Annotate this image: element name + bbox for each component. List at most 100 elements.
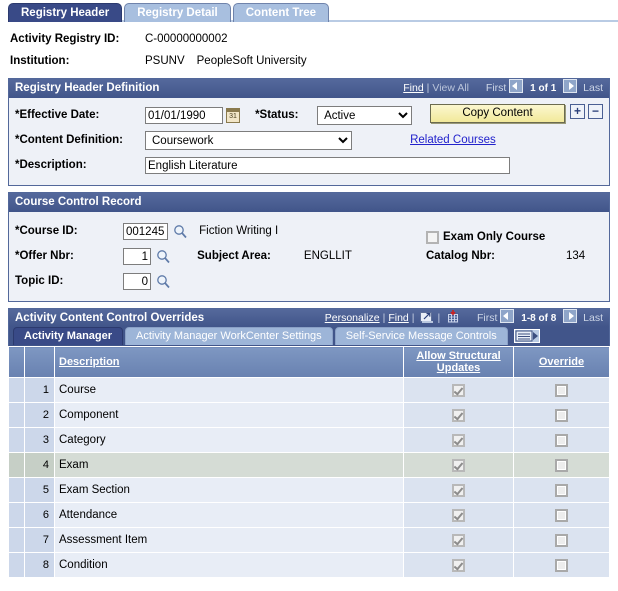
column-header-override-label: Override — [538, 356, 585, 368]
table-row[interactable]: 5 Exam Section — [8, 477, 610, 503]
offer-nbr-input[interactable] — [123, 248, 151, 265]
last-label: Last — [583, 82, 603, 94]
row-description: Component — [54, 402, 404, 428]
table-row[interactable]: 2 Component — [8, 402, 610, 428]
row-number: 6 — [24, 502, 55, 528]
overrides-grid-nav: Personalize | Find | | First 1-8 of 8 Last — [325, 309, 603, 327]
override-checkbox[interactable] — [555, 483, 568, 497]
grid-page-indicator: 1-8 of 8 — [521, 313, 557, 324]
description-input[interactable] — [145, 157, 510, 174]
course-control-record-title: Course Control Record — [15, 196, 142, 208]
column-header-allow-structural-updates[interactable]: Allow Structural Updates — [403, 346, 514, 378]
grid-previous-page-icon[interactable] — [500, 309, 515, 323]
download-to-excel-icon[interactable] — [446, 310, 460, 327]
column-header-allow-line1: Allow Structural — [416, 350, 501, 362]
override-checkbox[interactable] — [555, 533, 568, 547]
offer-nbr-label: *Offer Nbr: — [15, 250, 74, 262]
row-description: Condition — [54, 552, 404, 578]
row-override-cell — [513, 402, 610, 428]
related-courses-link[interactable]: Related Courses — [410, 134, 496, 146]
subtab-activity-manager-workcenter-settings-label: Activity Manager WorkCenter Settings — [136, 330, 322, 342]
row-spacer — [8, 452, 25, 478]
tab-registry-detail-label: Registry Detail — [137, 7, 218, 19]
row-description: Assessment Item — [54, 527, 404, 553]
subtab-activity-manager-label: Activity Manager — [24, 330, 113, 342]
allow-structural-updates-checkbox — [452, 558, 465, 572]
content-definition-row: *Content Definition: Coursework Related C… — [15, 128, 603, 153]
institution-row: Institution: PSUNV PeopleSoft University — [10, 50, 618, 72]
row-spacer — [8, 377, 25, 403]
topic-id-lookup-icon[interactable] — [156, 274, 171, 289]
page-key-fields: Activity Registry ID: C-00000000002 Insti… — [0, 22, 618, 78]
subtab-activity-manager[interactable]: Activity Manager — [13, 327, 124, 345]
grid-next-page-icon[interactable] — [563, 309, 578, 323]
show-all-columns-icon[interactable] — [513, 329, 540, 343]
next-row-icon[interactable] — [563, 79, 578, 93]
column-header-description[interactable]: Description — [54, 346, 404, 378]
effective-date-label: *Effective Date: — [15, 109, 100, 121]
row-number: 8 — [24, 552, 55, 578]
status-select[interactable]: Active — [317, 106, 413, 125]
tab-content-tree[interactable]: Content Tree — [232, 3, 330, 22]
subject-area-value: ENGLLIT — [303, 250, 352, 263]
row-override-cell — [513, 552, 610, 578]
course-id-input[interactable] — [123, 223, 168, 240]
nav-separator-3: | — [437, 312, 441, 324]
table-row[interactable]: 1 Course — [8, 377, 610, 403]
find-link[interactable]: Find — [403, 82, 423, 94]
row-override-cell — [513, 502, 610, 528]
row-allow-structural-updates-cell — [403, 477, 514, 503]
calendar-icon[interactable] — [226, 108, 240, 123]
row-number: 5 — [24, 477, 55, 503]
override-checkbox[interactable] — [555, 433, 568, 447]
table-row[interactable]: 7 Assessment Item — [8, 527, 610, 553]
offer-nbr-lookup-icon[interactable] — [156, 249, 171, 264]
overrides-grid-title: Activity Content Control Overrides — [15, 312, 205, 324]
grid-find-link[interactable]: Find — [388, 312, 408, 324]
nav-separator: | — [426, 82, 430, 94]
override-checkbox[interactable] — [555, 408, 568, 422]
course-control-record-header: Course Control Record — [9, 193, 609, 212]
topic-id-label: Topic ID: — [15, 275, 64, 287]
override-checkbox[interactable] — [555, 508, 568, 522]
column-header-override[interactable]: Override — [513, 346, 610, 378]
row-description: Course — [54, 377, 404, 403]
row-spacer — [8, 527, 25, 553]
row-allow-structural-updates-cell — [403, 452, 514, 478]
overrides-grid-body: 1 Course 2 Component 3 Category 4 Exam 5… — [8, 377, 610, 578]
registry-header-definition-group: Registry Header Definition Find | View All… — [8, 78, 610, 186]
view-all-link[interactable]: View All — [432, 82, 469, 94]
row-description: Category — [54, 427, 404, 453]
row-override-cell — [513, 527, 610, 553]
personalize-link[interactable]: Personalize — [325, 312, 380, 324]
exam-only-course-checkbox[interactable] — [426, 231, 439, 244]
table-row[interactable]: 6 Attendance — [8, 502, 610, 528]
tab-registry-header-label: Registry Header — [21, 7, 110, 19]
row-override-cell — [513, 427, 610, 453]
table-row[interactable]: 8 Condition — [8, 552, 610, 578]
course-control-record-form: *Course ID: Fiction Writing I Exam Only … — [9, 212, 609, 301]
description-label: *Description: — [15, 159, 87, 171]
subtab-self-service-message-controls[interactable]: Self-Service Message Controls — [334, 327, 508, 345]
course-id-label: *Course ID: — [15, 225, 78, 237]
topic-id-input[interactable] — [123, 273, 151, 290]
course-id-lookup-icon[interactable] — [173, 224, 188, 239]
allow-structural-updates-checkbox — [452, 533, 465, 547]
override-checkbox[interactable] — [555, 383, 568, 397]
table-row[interactable]: 3 Category — [8, 427, 610, 453]
tab-registry-header[interactable]: Registry Header — [8, 3, 123, 22]
table-row[interactable]: 4 Exam — [8, 452, 610, 478]
tab-registry-detail[interactable]: Registry Detail — [124, 3, 231, 22]
override-checkbox[interactable] — [555, 558, 568, 572]
overrides-grid-table: Description Allow Structural Updates Over… — [8, 346, 610, 578]
content-definition-select[interactable]: Coursework — [145, 131, 352, 150]
subtab-activity-manager-workcenter-settings[interactable]: Activity Manager WorkCenter Settings — [125, 327, 333, 345]
row-number: 1 — [24, 377, 55, 403]
main-tab-strip: Registry Header Registry Detail Content … — [0, 0, 618, 22]
previous-row-icon[interactable] — [509, 79, 524, 93]
course-name-value: Fiction Writing I — [199, 225, 279, 238]
override-checkbox[interactable] — [555, 458, 568, 472]
registry-id-row: Activity Registry ID: C-00000000002 — [10, 28, 618, 50]
effective-date-input[interactable] — [145, 107, 223, 124]
expand-grid-icon[interactable] — [420, 311, 434, 327]
